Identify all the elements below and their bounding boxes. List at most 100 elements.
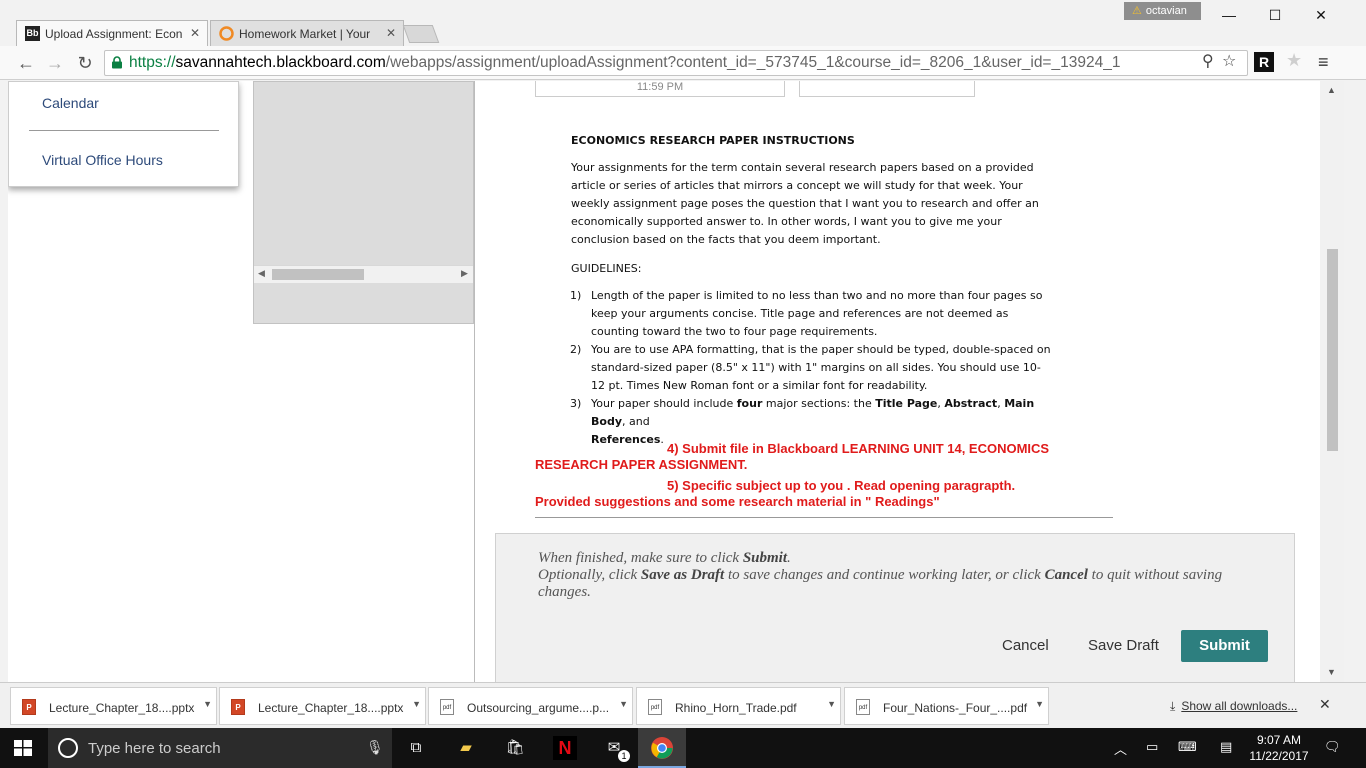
forward-arrow-icon[interactable]: → xyxy=(43,52,67,74)
guideline-number: 3) xyxy=(570,397,582,410)
warning-icon: ⚠ xyxy=(1132,5,1142,17)
red-instruction-5: 5) Specific subject up to you . Read ope… xyxy=(535,478,1115,510)
guidelines-heading: GUIDELINES: xyxy=(571,262,642,275)
download-filename: Outsourcing_argume....p... xyxy=(467,701,610,715)
pptx-file-icon: P xyxy=(22,699,36,715)
chevron-down-icon[interactable]: ▼ xyxy=(827,699,836,709)
battery-icon[interactable]: ▭ xyxy=(1146,739,1158,755)
netflix-icon[interactable]: N xyxy=(553,736,577,760)
file-explorer-icon[interactable]: ▰ xyxy=(454,736,478,760)
close-download-bar-icon[interactable]: ✕ xyxy=(1319,696,1331,713)
taskbar-search-box[interactable]: Type here to search 🎙 xyxy=(48,728,392,768)
download-item[interactable]: P Lecture_Chapter_18....pptx ▼ xyxy=(10,687,217,725)
scroll-thumb[interactable] xyxy=(1327,249,1338,451)
cancel-button[interactable]: Cancel xyxy=(1002,637,1049,654)
extension-star-icon[interactable]: ★ xyxy=(1286,50,1302,71)
due-date-box xyxy=(799,81,975,97)
chevron-down-icon[interactable]: ▼ xyxy=(619,699,628,709)
clock-time: 9:07 AM xyxy=(1256,733,1302,747)
microphone-icon[interactable]: 🎙 xyxy=(366,739,384,756)
preview-panel: ◀ ▶ xyxy=(253,81,474,324)
reload-icon[interactable]: ↻ xyxy=(73,52,97,74)
help-cancel-word: Cancel xyxy=(1044,567,1088,583)
download-item[interactable]: pdf Outsourcing_argume....p... ▼ xyxy=(428,687,633,725)
red-lead: 4) Submit file in Blackboard LEARNING UN… xyxy=(667,441,1050,456)
screen: Bb Upload Assignment: Econ ✕ Homework Ma… xyxy=(0,0,1366,768)
show-hidden-icons-icon[interactable]: ︿ xyxy=(1114,739,1127,758)
mail-icon[interactable]: ✉ 1 xyxy=(602,736,630,762)
tab-title: Homework Market | Your xyxy=(239,27,371,41)
chevron-down-icon[interactable]: ▼ xyxy=(412,699,421,709)
save-draft-button[interactable]: Save Draft xyxy=(1088,637,1159,654)
vertical-scrollbar[interactable]: ▲ ▼ xyxy=(1320,81,1344,682)
close-window-button[interactable]: ✕ xyxy=(1298,2,1344,28)
mail-badge: 1 xyxy=(618,750,630,762)
cortana-icon xyxy=(58,738,78,758)
scroll-up-icon[interactable]: ▲ xyxy=(1327,85,1336,95)
system-clock[interactable]: 9:07 AM 11/22/2017 xyxy=(1244,732,1314,764)
g3-four: four xyxy=(736,397,763,410)
submit-panel: When finished, make sure to click Submit… xyxy=(495,533,1295,682)
download-filename: Rhino_Horn_Trade.pdf xyxy=(675,701,797,715)
g3-title-page: Title Page xyxy=(875,397,938,410)
profile-badge[interactable]: ⚠ octavian xyxy=(1124,2,1201,20)
url-path: /webapps/assignment/uploadAssignment?con… xyxy=(385,54,1121,71)
scroll-down-icon[interactable]: ▼ xyxy=(1327,667,1336,677)
bookmark-star-icon[interactable]: ☆ xyxy=(1222,51,1236,71)
new-tab-button[interactable] xyxy=(402,25,440,43)
zoom-icon[interactable]: ⚲ xyxy=(1202,51,1214,71)
minimize-button[interactable]: — xyxy=(1206,2,1252,28)
red-rest: RESEARCH PAPER ASSIGNMENT. xyxy=(535,457,748,472)
extension-r-icon[interactable]: R xyxy=(1254,52,1274,72)
download-item[interactable]: pdf Rhino_Horn_Trade.pdf ▼ xyxy=(636,687,841,725)
menu-item-calendar[interactable]: Calendar xyxy=(42,95,99,111)
horizontal-scrollbar[interactable]: ◀ ▶ xyxy=(254,265,473,283)
red-instruction-4: 4) Submit file in Blackboard LEARNING UN… xyxy=(535,441,1115,473)
store-icon[interactable]: 🛍 xyxy=(503,736,527,760)
chrome-icon xyxy=(651,737,673,759)
g3-and: , and xyxy=(622,415,650,428)
download-item[interactable]: P Lecture_Chapter_18....pptx ▼ xyxy=(219,687,426,725)
maximize-button[interactable]: ☐ xyxy=(1252,2,1298,28)
scroll-left-icon[interactable]: ◀ xyxy=(258,268,265,279)
chevron-down-icon[interactable]: ▼ xyxy=(1035,699,1044,709)
tab-homework-market[interactable]: Homework Market | Your ✕ xyxy=(210,20,404,46)
action-center-icon[interactable]: 🗨 xyxy=(1324,739,1341,755)
blackboard-favicon-icon: Bb xyxy=(25,26,40,41)
menu-item-virtual-office-hours[interactable]: Virtual Office Hours xyxy=(42,152,163,168)
scroll-thumb[interactable] xyxy=(272,269,364,280)
show-all-downloads-link[interactable]: ⤓ Show all downloads... xyxy=(1170,699,1297,714)
pdf-file-icon: pdf xyxy=(440,699,454,715)
task-view-icon[interactable]: ⧉ xyxy=(404,736,428,760)
chrome-menu-icon[interactable]: ≡ xyxy=(1318,52,1329,73)
instructions-intro: Your assignments for the term contain se… xyxy=(571,161,1039,246)
guideline-number: 1) xyxy=(570,289,582,302)
keyboard-icon[interactable]: ⌨ xyxy=(1178,739,1197,755)
tab-close-icon[interactable]: ✕ xyxy=(190,26,200,40)
tab-close-icon[interactable]: ✕ xyxy=(386,26,396,40)
back-arrow-icon[interactable]: ← xyxy=(14,52,38,74)
chevron-down-icon[interactable]: ▼ xyxy=(203,699,212,709)
browser-toolbar: ← → ↻ https://savannahtech.blackboard.co… xyxy=(0,46,1366,80)
submit-button[interactable]: Submit xyxy=(1181,630,1268,662)
download-filename: Four_Nations-_Four_....pdf xyxy=(883,701,1028,715)
download-filename: Lecture_Chapter_18....pptx xyxy=(49,701,195,715)
windows-start-icon[interactable] xyxy=(14,740,32,756)
lock-icon xyxy=(112,56,122,69)
tab-title: Upload Assignment: Econ xyxy=(45,27,183,41)
pdf-file-icon: pdf xyxy=(856,699,870,715)
download-item[interactable]: pdf Four_Nations-_Four_....pdf ▼ xyxy=(844,687,1049,725)
scroll-right-icon[interactable]: ▶ xyxy=(461,268,468,279)
chrome-taskbar-button[interactable] xyxy=(638,728,686,768)
browser-tab-strip: Bb Upload Assignment: Econ ✕ Homework Ma… xyxy=(0,0,1366,46)
url-host: savannahtech.blackboard.com xyxy=(175,54,386,71)
pdf-file-icon: pdf xyxy=(648,699,662,715)
clock-date: 11/22/2017 xyxy=(1249,749,1309,763)
red-lead: 5) Specific subject up to you . Read ope… xyxy=(667,478,1016,493)
address-bar[interactable]: https://savannahtech.blackboard.com/weba… xyxy=(104,50,1248,76)
url-scheme: https:// xyxy=(129,54,176,71)
display-icon[interactable]: ▤ xyxy=(1220,739,1232,755)
instructions-title: ECONOMICS RESEARCH PAPER INSTRUCTIONS xyxy=(571,134,855,147)
tab-upload-assignment[interactable]: Bb Upload Assignment: Econ ✕ xyxy=(16,20,208,46)
guideline-text: You are to use APA formatting, that is t… xyxy=(591,343,1051,392)
